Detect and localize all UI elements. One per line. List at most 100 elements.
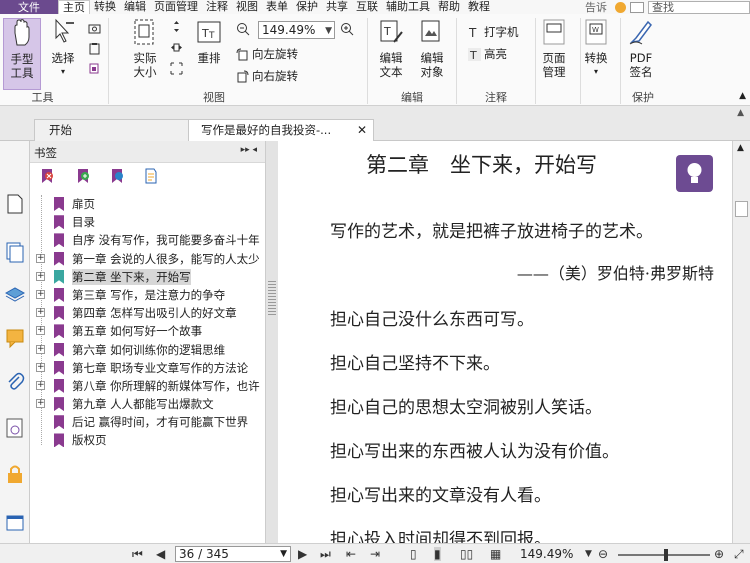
menu-item[interactable]: 视图 (232, 0, 262, 14)
fullscreen-icon[interactable]: ⤢ (734, 547, 744, 562)
reflow-button[interactable]: TT 重排 (194, 18, 224, 65)
convert-button[interactable]: W 转换 ▾ (581, 18, 611, 79)
bookmark-item[interactable]: + 第六章 如何训练你的逻辑思维 (30, 341, 264, 359)
page-thumbnail-icon[interactable] (5, 193, 25, 215)
expand-icon[interactable]: + (36, 380, 45, 390)
first-page-icon[interactable]: ⏮ (132, 547, 143, 562)
hand-tool-button[interactable]: 手型 工具 (3, 18, 41, 90)
menu-item[interactable]: 注释 (202, 0, 232, 14)
zoom-level[interactable]: 149.49% (520, 547, 573, 561)
menu-item[interactable]: 教程 (464, 0, 494, 14)
vertical-scrollbar[interactable]: ▲ (732, 141, 750, 543)
next-view-icon[interactable]: ⇥ (370, 547, 380, 561)
zoom-out-icon[interactable]: ⊖ (598, 547, 608, 561)
document-view[interactable]: 第二章 坐下来，开始写 写作的艺术，就是把裤子放进椅子的艺术。 ——（美）罗伯特… (278, 141, 732, 543)
fit-width-button[interactable] (170, 41, 186, 54)
zoom-in-icon[interactable]: ⊕ (714, 547, 724, 561)
next-page-icon[interactable]: ▶ (298, 547, 307, 561)
snapshot-button[interactable] (88, 22, 104, 35)
expand-icon[interactable]: + (36, 289, 45, 299)
zoom-in-icon[interactable] (340, 22, 354, 36)
bookmark-item[interactable]: 版权页 (30, 431, 264, 449)
menu-item[interactable]: 主页 (58, 0, 90, 15)
bookmark-item[interactable]: 目录 (30, 213, 264, 231)
menu-item[interactable]: 辅助工具 (382, 0, 434, 14)
tab-start[interactable]: 开始 (34, 119, 192, 141)
expand-icon[interactable]: + (36, 362, 45, 372)
select-button[interactable]: 选择 ▾ (46, 18, 80, 79)
bookmark-item[interactable]: 自序 没有写作，我可能要多奋斗十年 (30, 231, 264, 249)
lock-icon[interactable] (5, 463, 25, 485)
zoom-field[interactable]: 149.49% ▼ (258, 21, 335, 39)
page-manage-button[interactable]: 页面 管理 (537, 18, 571, 79)
chevron-down-icon[interactable]: ▼ (585, 549, 592, 559)
zoom-slider-knob[interactable] (664, 549, 668, 561)
expand-icon[interactable]: + (36, 326, 45, 336)
previous-view-icon[interactable]: ⇤ (346, 547, 356, 561)
pdf-sign-button[interactable]: PDF 签名 (625, 18, 657, 79)
rotate-left-button[interactable]: 向左旋转 (236, 46, 298, 62)
bookmark-item[interactable]: + 第七章 职场专业文章写作的方法论 (30, 359, 264, 377)
menu-file[interactable]: 文件 (0, 0, 58, 14)
facing-page-icon[interactable]: ▯▯ (460, 547, 473, 561)
ribbon-collapse-icon[interactable]: ▲ (739, 91, 746, 101)
bookmark-item[interactable]: + 第九章 人人都能写出爆款文 (30, 395, 264, 413)
expand-icon[interactable]: + (36, 399, 45, 409)
bookmark-item[interactable]: 后记 赢得时间，才有可能赢下世界 (30, 413, 264, 431)
layers-icon[interactable] (5, 281, 25, 303)
lightbulb-tip-button[interactable] (676, 155, 713, 192)
bookmark-item[interactable]: + 第五章 如何写好一个故事 (30, 322, 264, 340)
search-input[interactable]: 查找 (648, 0, 750, 14)
bookmark-item[interactable]: + 第三章 写作，是注意力的争夺 (30, 286, 264, 304)
zoom-out-icon[interactable] (236, 22, 250, 36)
menu-item[interactable]: 共享 (322, 0, 352, 14)
highlight-button[interactable]: T 高亮 (468, 46, 507, 62)
fit-visible-button[interactable] (170, 62, 186, 75)
scroll-up-icon[interactable]: ▲ (737, 143, 744, 153)
prev-page-icon[interactable]: ◀ (156, 547, 165, 561)
clipboard-button[interactable] (88, 42, 104, 55)
edit-text-button[interactable]: T 编辑 文本 (374, 18, 408, 79)
menu-item[interactable]: 互联 (352, 0, 382, 14)
add-child-bookmark-icon[interactable] (110, 168, 124, 184)
menu-item[interactable]: 页面管理 (150, 0, 202, 14)
comments-icon[interactable] (5, 327, 25, 349)
lightbulb-icon[interactable] (615, 1, 626, 13)
menu-item[interactable]: 编辑 (120, 0, 150, 14)
signature-panel-icon[interactable] (5, 417, 25, 439)
panel-splitter[interactable] (266, 141, 278, 543)
menu-item[interactable]: 表单 (262, 0, 292, 14)
delete-bookmark-icon[interactable] (40, 168, 54, 184)
continuous-facing-icon[interactable]: ▦ (490, 547, 501, 561)
bookmark-item[interactable]: 扉页 (30, 195, 264, 213)
expand-icon[interactable]: + (36, 308, 45, 318)
single-page-icon[interactable]: ▯ (410, 547, 417, 561)
add-bookmark-icon[interactable] (76, 168, 90, 184)
expand-icon[interactable]: + (36, 271, 45, 281)
menu-item[interactable]: 转换 (90, 0, 120, 14)
menu-item[interactable]: 帮助 (434, 0, 464, 14)
bookmark-item[interactable]: + 第一章 会说的人很多，能写的人太少 (30, 250, 264, 268)
bookmark-properties-icon[interactable] (144, 168, 158, 184)
pages-icon[interactable] (5, 241, 25, 263)
last-page-icon[interactable]: ⏭ (320, 547, 331, 562)
content-icon[interactable] (5, 513, 25, 535)
attachment-icon[interactable] (5, 371, 25, 393)
annotation-select-button[interactable] (88, 62, 104, 75)
continuous-page-icon[interactable]: ▮ (434, 547, 441, 561)
panel-options-icon[interactable]: ▸▸ ◂ (241, 145, 257, 155)
bookmark-item[interactable]: + 第四章 怎样写出吸引人的好文章 (30, 304, 264, 322)
bookmark-item[interactable]: + 第八章 你所理解的新媒体写作，也许 (30, 377, 264, 395)
rotate-right-button[interactable]: 向右旋转 (236, 68, 298, 84)
edit-object-button[interactable]: 编辑 对象 (413, 18, 451, 79)
collapse-arrow-icon[interactable]: ▲ (737, 108, 744, 118)
actual-size-button[interactable]: 实际 大小 (128, 18, 162, 79)
tell-me-input[interactable]: 告诉 (581, 0, 611, 15)
find-options-icon[interactable] (630, 1, 644, 13)
typewriter-button[interactable]: T 打字机 (468, 24, 519, 40)
scroll-thumb[interactable] (735, 201, 748, 217)
expand-icon[interactable]: + (36, 253, 45, 263)
expand-icon[interactable]: + (36, 344, 45, 354)
fit-page-button[interactable] (170, 20, 186, 33)
menu-item[interactable]: 保护 (292, 0, 322, 14)
